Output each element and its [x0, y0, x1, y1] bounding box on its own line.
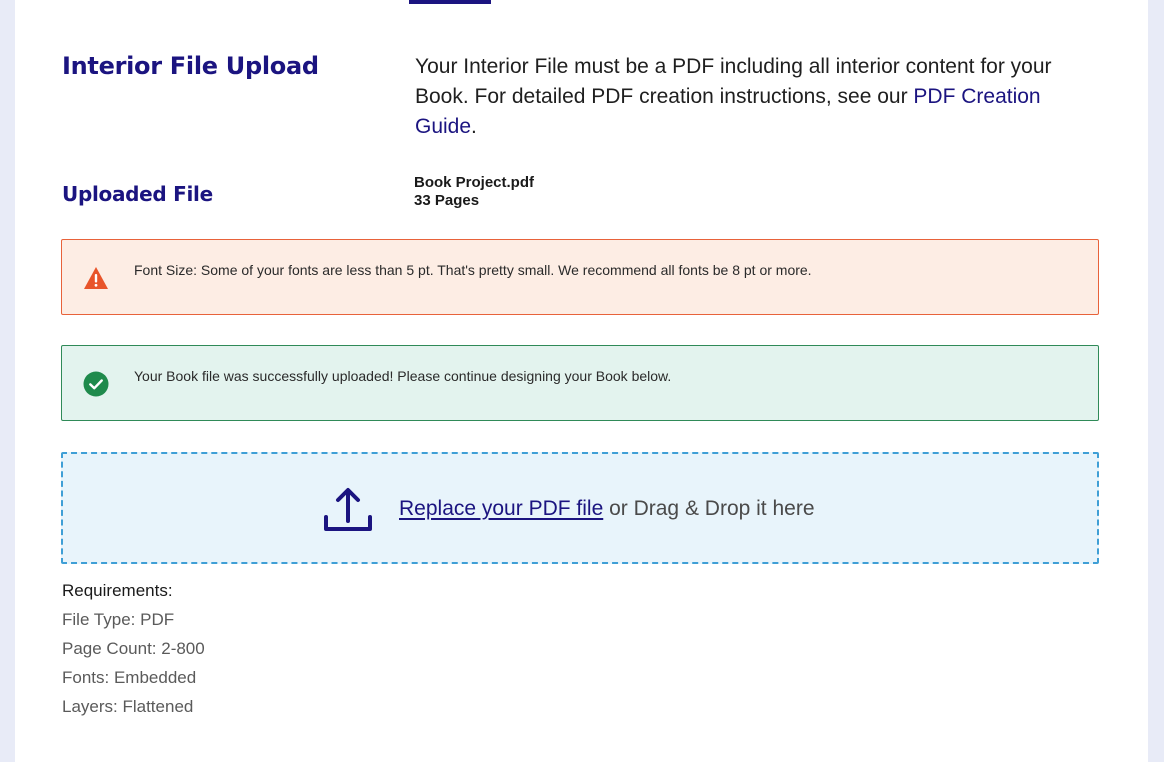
file-name: Book Project.pdf [414, 174, 535, 191]
font-size-warning-alert: Font Size: Some of your fonts are less t… [61, 239, 1099, 315]
upload-instructions: Your Interior File must be a PDF includi… [415, 52, 1105, 142]
uploaded-file-info: Book Project.pdf 33 Pages [414, 174, 534, 210]
page-count: 33 Pages [414, 192, 480, 209]
requirement-item-page-count: Page Count: 2-800 [62, 639, 205, 658]
upload-instructions-end: . [471, 115, 477, 138]
requirements-list: Requirements: File Type: PDF Page Count:… [62, 576, 205, 721]
upload-success-alert: Your Book file was successfully uploaded… [61, 345, 1099, 421]
uploaded-file-title: Uploaded File [62, 182, 213, 206]
requirement-item-layers: Layers: Flattened [62, 697, 194, 716]
warning-message: Font Size: Some of your fonts are less t… [134, 262, 812, 278]
requirement-item-file-type: File Type: PDF [62, 610, 175, 629]
upload-icon [324, 488, 372, 531]
active-tab-indicator [409, 0, 491, 4]
upload-card: Interior File Upload Your Interior File … [15, 0, 1148, 762]
check-circle-icon [83, 371, 109, 397]
success-message: Your Book file was successfully uploaded… [134, 368, 672, 384]
dropzone-text: Replace your PDF file or Drag & Drop it … [399, 496, 815, 522]
drag-drop-hint: or Drag & Drop it here [603, 497, 815, 520]
requirements-heading: Requirements: [62, 581, 173, 600]
warning-triangle-icon [84, 267, 108, 289]
replace-pdf-file-link[interactable]: Replace your PDF file [399, 497, 603, 520]
requirement-item-fonts: Fonts: Embedded [62, 668, 197, 687]
pdf-dropzone[interactable]: Replace your PDF file or Drag & Drop it … [61, 452, 1099, 564]
interior-file-upload-title: Interior File Upload [62, 52, 319, 80]
